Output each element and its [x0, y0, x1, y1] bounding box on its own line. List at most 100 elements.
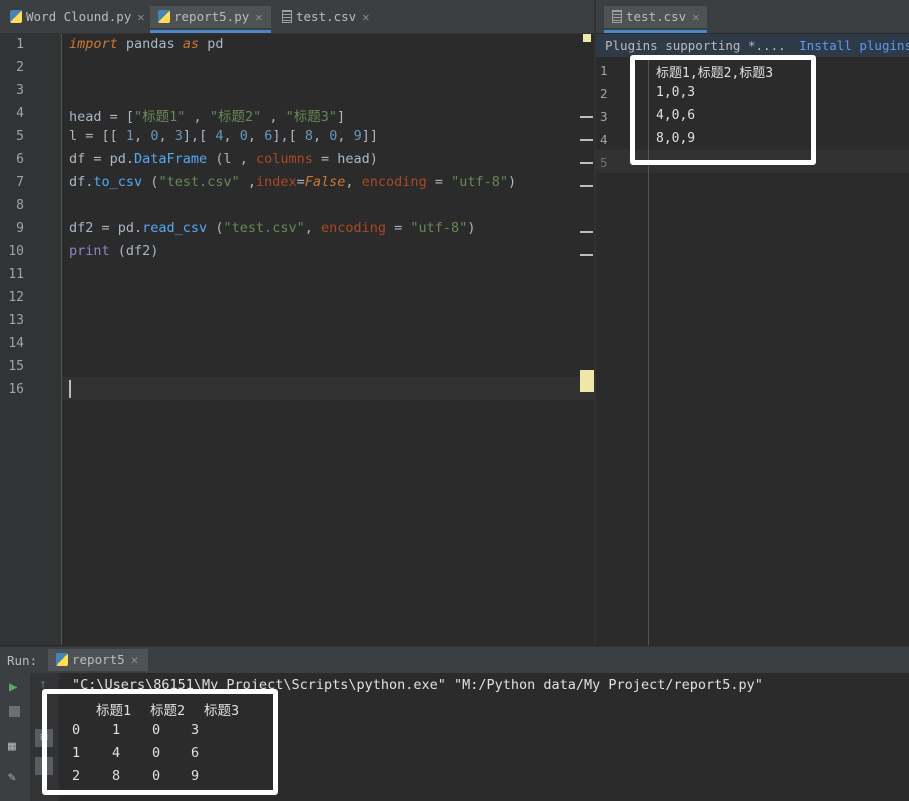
right-tab-bar: test.csv ✕	[596, 0, 909, 33]
run-label: Run:	[7, 653, 38, 668]
python-file-icon	[158, 10, 170, 23]
code-token: "标题3"	[285, 109, 337, 125]
code-token: "test.csv"	[158, 174, 240, 190]
code-token: "test.csv"	[223, 220, 305, 236]
line-number: 3	[16, 83, 24, 98]
code-line-4: head = ["标题1" , "标题2" , "标题3"]	[69, 109, 346, 125]
code-token: 0	[150, 128, 159, 144]
run-config-name: report5	[72, 652, 125, 667]
run-toolbar: ▶ ▦ ✎	[0, 673, 31, 801]
error-stripe-mark[interactable]	[580, 162, 593, 164]
error-stripe-mark[interactable]	[580, 185, 593, 187]
code-token: "标题2"	[209, 109, 262, 125]
code-token: index	[255, 174, 297, 190]
csv-file-icon	[282, 10, 292, 23]
line-number: 1	[16, 37, 24, 52]
line-number: 3	[600, 109, 608, 124]
python-file-icon	[10, 10, 22, 23]
line-number: 9	[16, 221, 24, 236]
code-token: False	[304, 174, 346, 190]
python-file-icon	[56, 653, 68, 666]
code-token: "标题1"	[134, 109, 186, 125]
code-token: print	[69, 243, 110, 259]
line-number: 10	[8, 244, 24, 259]
code-line-6: df = pd.DataFrame (l , columns = head)	[69, 151, 378, 167]
output-highlight-box	[42, 689, 278, 795]
tab-test-csv-right[interactable]: test.csv ✕	[604, 6, 708, 33]
code-editor[interactable]	[0, 34, 594, 645]
stop-icon[interactable]	[9, 706, 20, 717]
line-number: 1	[600, 63, 608, 78]
code-token: 0	[239, 128, 248, 144]
line-number: 7	[16, 175, 24, 190]
code-token: 6	[264, 128, 273, 144]
tab-test-csv[interactable]: test.csv ✕	[282, 6, 369, 28]
code-token: as	[182, 36, 200, 52]
csv-highlight-box	[630, 55, 816, 165]
close-icon[interactable]: ✕	[131, 652, 139, 667]
code-token: import	[69, 36, 118, 52]
code-token: to_csv	[93, 174, 143, 190]
line-number: 8	[16, 198, 24, 213]
line-number: 13	[8, 313, 24, 328]
current-line-highlight	[0, 377, 594, 400]
tab-label: test.csv	[296, 9, 357, 24]
code-token: encoding	[321, 220, 387, 236]
layout-icon[interactable]: ▦	[8, 739, 16, 754]
line-number: 5	[600, 155, 608, 170]
error-stripe-mark[interactable]	[580, 231, 593, 233]
error-stripe-mark[interactable]	[580, 254, 593, 256]
tab-word-clound[interactable]: Word Clound.py ✕	[10, 6, 145, 28]
tab-label: test.csv	[626, 9, 687, 24]
text-caret	[69, 380, 71, 398]
line-number: 11	[8, 267, 24, 282]
line-number: 14	[8, 336, 24, 351]
run-panel-header: Run: report5 ✕	[0, 646, 909, 674]
code-token: "utf-8"	[451, 174, 508, 190]
run-icon[interactable]: ▶	[9, 679, 17, 695]
code-line-9: df2 = pd.read_csv ("test.csv", encoding …	[69, 220, 476, 236]
line-number: 5	[16, 129, 24, 144]
line-number: 4	[600, 132, 608, 147]
code-token: 8	[304, 128, 313, 144]
warning-marker[interactable]	[583, 34, 591, 42]
close-icon[interactable]: ✕	[692, 10, 699, 24]
code-token: read_csv	[142, 220, 208, 236]
line-number: 15	[8, 359, 24, 374]
code-line-10: print (df2)	[69, 243, 159, 259]
code-line-5: l = [[ 1, 0, 3],[ 4, 0, 6],[ 8, 0, 9]]	[69, 128, 379, 144]
code-token: "utf-8"	[410, 220, 468, 236]
code-token: 0	[329, 128, 338, 144]
close-icon[interactable]: ✕	[362, 10, 369, 24]
left-tab-bar: Word Clound.py ✕ report5.py ✕ test.csv ✕	[0, 0, 594, 34]
code-token: 3	[174, 128, 183, 144]
pin-icon[interactable]: ✎	[8, 770, 16, 785]
tab-label: report5.py	[174, 9, 250, 24]
error-stripe-mark[interactable]	[580, 139, 593, 141]
code-token: encoding	[361, 174, 427, 190]
csv-file-icon	[612, 10, 622, 23]
line-number: 2	[16, 60, 24, 75]
install-plugins-link[interactable]: Install plugins	[799, 38, 909, 53]
run-tab-report5[interactable]: report5 ✕	[48, 649, 149, 671]
close-icon[interactable]: ✕	[137, 10, 144, 24]
code-token: DataFrame	[134, 151, 208, 167]
plugins-banner: Plugins supporting *.... Install plugins…	[596, 34, 909, 57]
error-stripe-mark[interactable]	[580, 116, 593, 118]
line-number: 12	[8, 290, 24, 305]
code-token: 1	[125, 128, 135, 144]
tab-label: Word Clound.py	[26, 9, 132, 24]
banner-text: Plugins supporting *....	[605, 38, 786, 53]
warning-marker[interactable]	[580, 370, 594, 392]
close-icon[interactable]: ✕	[255, 10, 262, 24]
code-token: columns	[255, 151, 313, 167]
line-number: 2	[600, 86, 608, 101]
line-number: 4	[16, 106, 24, 121]
line-number: 16	[8, 382, 24, 397]
code-token: 9	[353, 128, 362, 144]
tab-report5[interactable]: report5.py ✕	[150, 6, 271, 33]
line-number: 6	[16, 152, 24, 167]
code-line-1: import pandas as pd	[69, 36, 224, 52]
code-line-7: df.to_csv ("test.csv" ,index=False, enco…	[69, 174, 517, 190]
code-token: 4	[215, 128, 224, 144]
